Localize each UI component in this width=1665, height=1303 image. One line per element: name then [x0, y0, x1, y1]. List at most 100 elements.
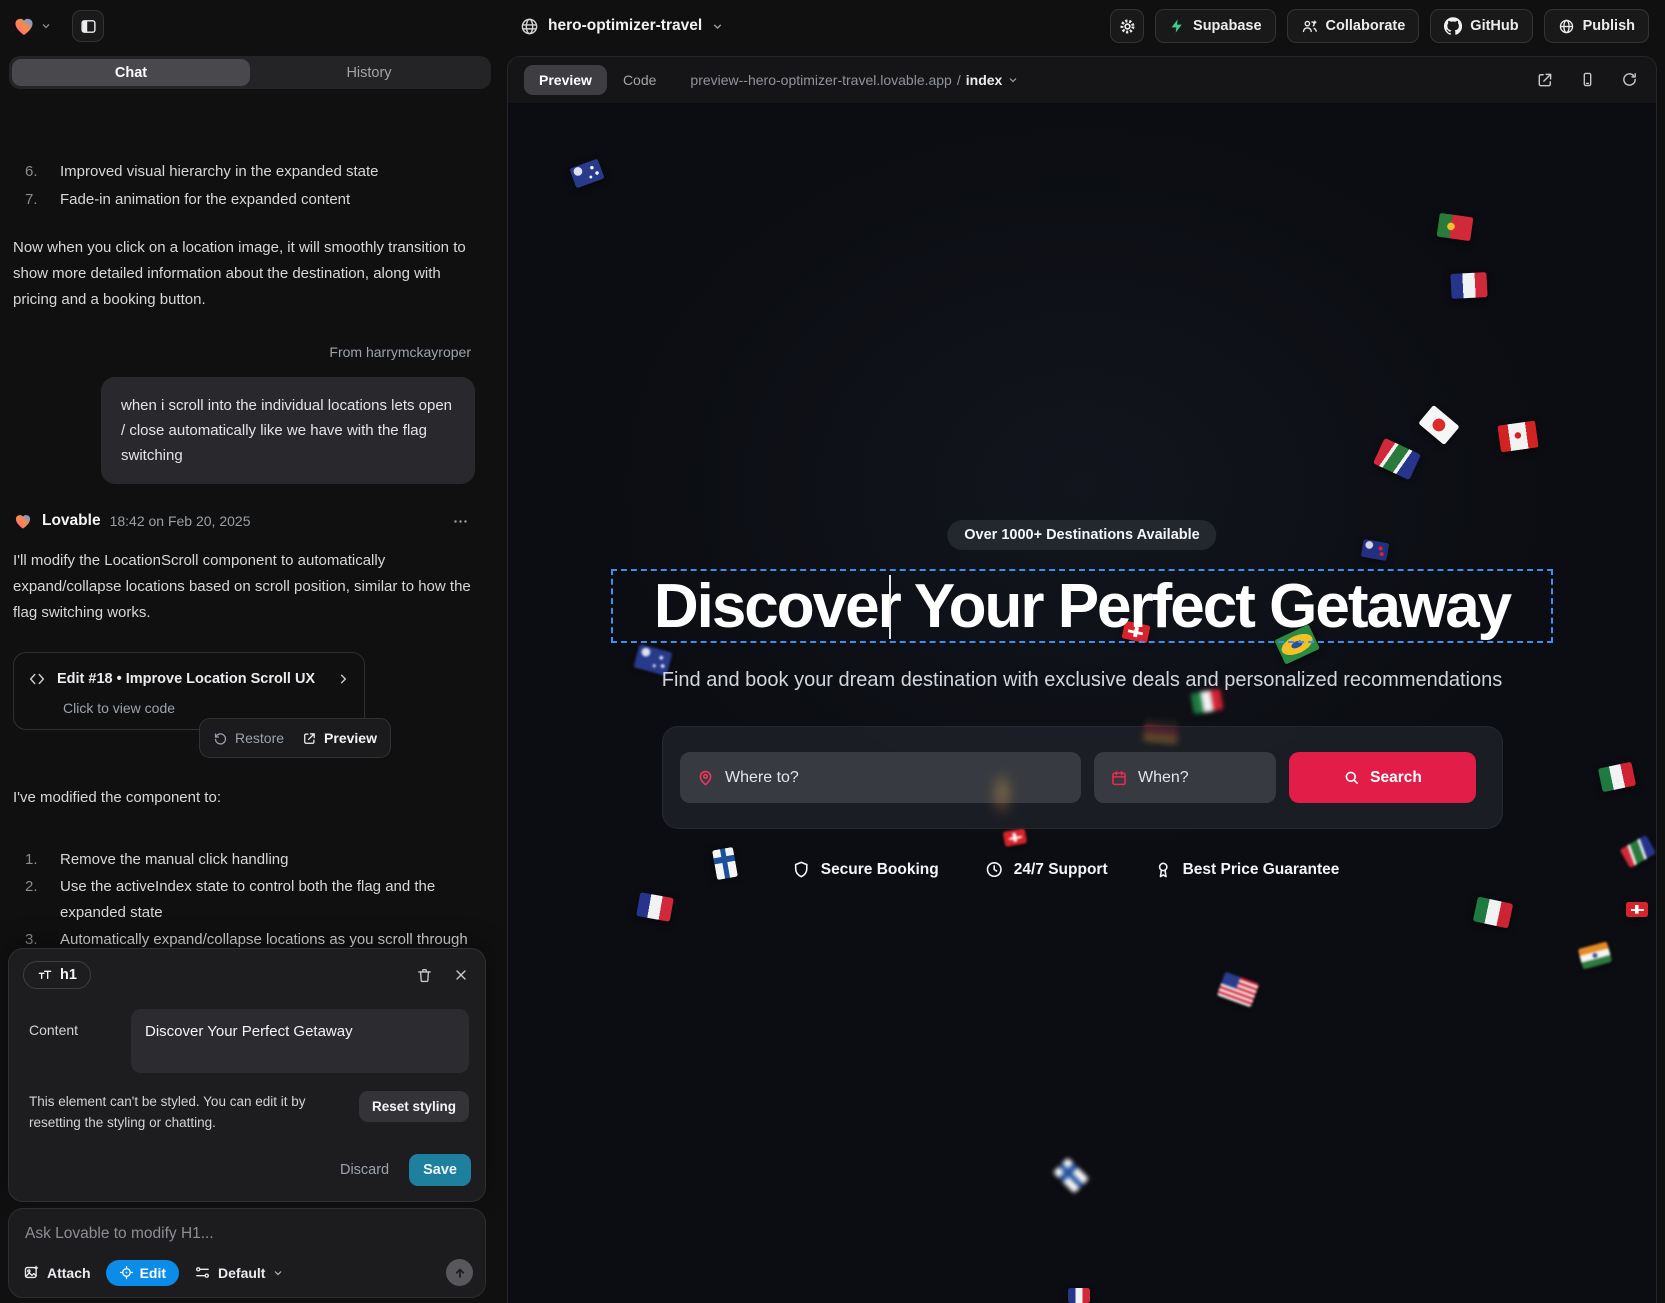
github-button[interactable]: GitHub	[1430, 9, 1532, 43]
search-button[interactable]: Search	[1289, 752, 1476, 803]
refresh-icon[interactable]	[1621, 71, 1638, 89]
sidebar-toggle-button[interactable]	[72, 10, 104, 42]
shield-icon	[792, 860, 811, 879]
selected-h1-outline[interactable]: Discover Your Perfect Getaway	[611, 569, 1553, 643]
flag-fr-icon	[1068, 1288, 1090, 1303]
globe-icon	[1558, 18, 1575, 35]
element-inspector-panel: h1 Content Discover Your Perfect Getaway…	[8, 948, 486, 1202]
clock-icon	[985, 860, 1004, 879]
flag-jp-icon	[1418, 405, 1459, 445]
search-bar: Search	[662, 726, 1503, 829]
model-default-selector[interactable]: Default	[194, 1264, 284, 1281]
collaborate-button[interactable]: Collaborate	[1287, 9, 1420, 43]
app-topbar: hero-optimizer-travel Supabase Collabora…	[0, 0, 1665, 52]
flag-pt-icon	[1437, 213, 1474, 241]
edit-card-title: Edit #18 • Improve Location Scroll UX	[57, 666, 325, 692]
preview-topbar: Preview Code preview--hero-optimizer-tra…	[508, 57, 1656, 103]
search-icon	[1343, 769, 1360, 786]
save-button[interactable]: Save	[409, 1154, 471, 1186]
flag-za-icon	[1620, 835, 1656, 868]
flag-fi-icon	[1053, 1157, 1089, 1193]
chevron-right-icon	[336, 672, 350, 686]
element-tag-label: h1	[60, 967, 77, 983]
destinations-badge: Over 1000+ Destinations Available	[947, 520, 1216, 550]
message-author-label: From harrymckayroper	[13, 339, 475, 365]
publish-label: Publish	[1583, 18, 1635, 34]
element-tag-pill[interactable]: h1	[23, 961, 91, 989]
tab-history[interactable]: History	[250, 59, 488, 86]
preview-panel: Preview Code preview--hero-optimizer-tra…	[507, 56, 1657, 1303]
message-timestamp: 18:42 on Feb 20, 2025	[110, 508, 251, 534]
close-icon[interactable]	[453, 967, 469, 984]
chevron-down-icon	[1007, 74, 1019, 86]
flag-ch-icon	[1626, 902, 1648, 917]
where-to-input[interactable]	[725, 769, 1065, 787]
hero-title: Discover Your Perfect Getaway	[654, 571, 1510, 642]
sidebar-tabs: Chat History	[9, 56, 491, 89]
project-switcher[interactable]: hero-optimizer-travel	[520, 0, 724, 52]
flag-mx-icon	[1473, 897, 1513, 929]
lovable-logo-menu[interactable]	[12, 14, 52, 38]
tab-preview[interactable]: Preview	[524, 65, 607, 95]
github-label: GitHub	[1470, 18, 1518, 34]
edit-mode-button[interactable]: Edit	[106, 1260, 179, 1286]
content-textarea[interactable]: Discover Your Perfect Getaway	[131, 1009, 469, 1073]
publish-button[interactable]: Publish	[1544, 9, 1649, 43]
assistant-list-top: 6.Improved visual hierarchy in the expan…	[13, 159, 475, 213]
discard-button[interactable]: Discard	[340, 1162, 389, 1178]
tab-chat[interactable]: Chat	[12, 59, 250, 86]
edit-card-subtitle: Click to view code	[63, 699, 350, 717]
flag-nz-icon	[1361, 539, 1390, 561]
when-input[interactable]	[1138, 769, 1260, 787]
flag-za-icon	[1373, 438, 1421, 480]
assistant-paragraph: I've modified the component to:	[13, 785, 475, 811]
calendar-icon	[1110, 769, 1128, 787]
text-icon	[37, 967, 53, 983]
collaborate-label: Collaborate	[1326, 18, 1406, 34]
chat-input-placeholder[interactable]: Ask Lovable to modify H1...	[9, 1209, 485, 1243]
list-item: 3.Automatically expand/collapse location…	[13, 927, 475, 948]
flag-fi-icon	[712, 847, 738, 880]
more-options-icon[interactable]	[452, 513, 469, 530]
project-name: hero-optimizer-travel	[548, 17, 702, 35]
list-item: 7.Fade-in animation for the expanded con…	[13, 187, 475, 213]
chevron-down-icon	[711, 20, 724, 33]
flag-fr-icon	[1450, 272, 1487, 299]
supabase-button[interactable]: Supabase	[1155, 9, 1276, 43]
send-button[interactable]	[446, 1259, 473, 1286]
restore-button[interactable]: Restore	[213, 725, 284, 751]
tab-code[interactable]: Code	[623, 72, 656, 88]
assistant-name: Lovable	[42, 508, 101, 534]
mobile-view-icon[interactable]	[1579, 71, 1596, 89]
when-field[interactable]	[1094, 752, 1276, 803]
heart-logo-icon	[12, 14, 36, 38]
chat-input-card[interactable]: Ask Lovable to modify H1... Attach Edit …	[8, 1208, 486, 1298]
open-external-icon[interactable]	[1536, 71, 1554, 89]
reset-styling-button[interactable]: Reset styling	[359, 1091, 469, 1122]
code-brackets-icon	[28, 670, 46, 688]
where-to-field[interactable]	[680, 752, 1081, 803]
globe-dark-icon	[520, 17, 539, 36]
assistant-list-bottom: 1.Remove the manual click handling 2.Use…	[13, 847, 475, 948]
flag-ch-icon	[1003, 828, 1027, 847]
heart-logo-icon	[13, 511, 33, 531]
flag-mx-icon	[1598, 762, 1636, 792]
list-item: 6.Improved visual hierarchy in the expan…	[13, 159, 475, 185]
flag-us-icon	[1217, 972, 1259, 1008]
content-field-label: Content	[29, 1009, 131, 1073]
list-item: 2.Use the activeIndex state to control b…	[13, 874, 475, 926]
panel-layout-icon	[80, 18, 97, 35]
url-page: index	[966, 72, 1003, 88]
assistant-paragraph: I'll modify the LocationScroll component…	[13, 548, 475, 626]
flag-fr-icon	[636, 892, 674, 921]
feature-list: Secure Booking 24/7 Support Best Price G…	[792, 860, 1340, 879]
chat-messages[interactable]: 6.Improved visual hierarchy in the expan…	[0, 144, 501, 948]
preview-viewport[interactable]: Over 1000+ Destinations Available Discov…	[508, 103, 1656, 1303]
text-caret	[889, 575, 891, 639]
preview-version-button[interactable]: Preview	[302, 725, 377, 751]
supabase-bolt-icon	[1169, 18, 1185, 34]
trash-icon[interactable]	[416, 967, 433, 984]
preview-url[interactable]: preview--hero-optimizer-travel.lovable.a…	[690, 72, 1019, 88]
settings-button[interactable]	[1110, 9, 1144, 43]
attach-button[interactable]: Attach	[23, 1264, 91, 1281]
